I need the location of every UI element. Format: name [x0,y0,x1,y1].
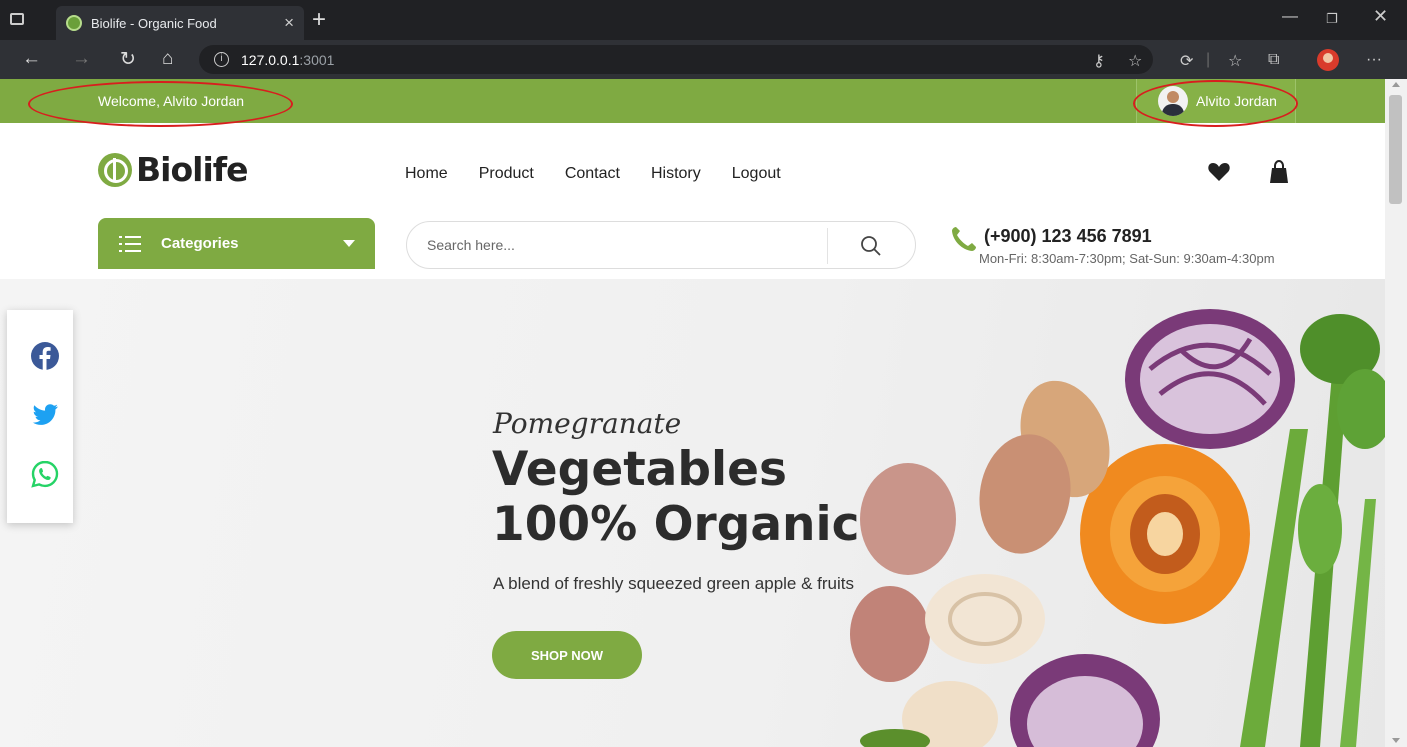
facebook-icon[interactable] [30,341,60,371]
shop-now-button[interactable]: SHOP NOW [492,631,642,679]
nav-product[interactable]: Product [479,165,534,183]
new-tab-icon[interactable]: + [312,6,326,34]
hero-title: Vegetables 100% Organic [492,442,860,552]
categories-label: Categories [161,235,239,252]
search-icon[interactable] [859,234,883,258]
restore-icon[interactable]: ❐ [1326,11,1338,27]
nav-home[interactable]: Home [405,165,448,183]
refresh-icon[interactable]: ↻ [120,48,136,71]
nav-contact[interactable]: Contact [565,165,620,183]
forward-icon[interactable]: → [72,48,91,70]
list-menu-icon [119,235,141,252]
hero-description: A blend of freshly squeezed green apple … [493,574,855,593]
key-icon[interactable]: ⚷ [1093,51,1105,71]
browser-tab-bar: Biolife - Organic Food × + — ❐ ✕ [0,0,1407,40]
url-port: :3001 [299,51,335,68]
vegetables-image [850,309,1385,747]
tab-actions-icon[interactable] [10,13,24,25]
hero-subtitle: Pomegranate [493,407,682,440]
collections-icon[interactable]: ⧉ [1268,51,1279,69]
site-favicon-icon [66,15,82,31]
minimize-icon[interactable]: — [1282,8,1298,26]
site-info-icon[interactable]: i [214,52,229,67]
nav-history[interactable]: History [651,165,701,183]
whatsapp-icon[interactable] [30,459,60,489]
annotation-circle-user [1133,80,1298,127]
hero-title-line2: 100% Organic [492,497,860,552]
opening-hours: Mon-Fri: 8:30am-7:30pm; Sat-Sun: 9:30am-… [979,251,1275,266]
wishlist-heart-icon[interactable] [1207,160,1231,184]
scroll-up-arrow-icon[interactable] [1392,82,1400,87]
leaf-logo-icon [98,152,132,187]
search-box [406,221,916,269]
tab-title: Biolife - Organic Food [91,15,217,31]
twitter-icon[interactable] [30,400,60,430]
extensions-icon[interactable]: ⟳ [1180,51,1193,71]
cart-bag-icon[interactable] [1269,160,1289,184]
hero-banner: Pomegranate Vegetables 100% Organic A bl… [0,279,1385,747]
browser-tab[interactable]: Biolife - Organic Food × [56,6,304,40]
annotation-circle-welcome [28,81,293,127]
phone-number: (+900) 123 456 7891 [984,226,1152,246]
scrollbar-thumb[interactable] [1389,95,1402,204]
hero-title-line1: Vegetables [492,442,787,497]
url-host: 127.0.0.1 [241,51,300,68]
site-logo[interactable]: Biolife [98,150,248,189]
search-divider [827,228,828,264]
categories-button[interactable]: Categories [98,218,375,269]
screen: Biolife - Organic Food × + — ❐ ✕ ← → ↻ ⌂… [0,0,1407,747]
caret-down-icon [343,240,355,247]
more-menu-icon[interactable]: ··· [1366,51,1382,69]
main-nav: Home Product Contact History Logout [405,165,812,183]
favorites-icon[interactable]: ☆ [1228,51,1242,71]
close-tab-icon[interactable]: × [284,13,294,33]
search-input[interactable] [427,237,807,253]
logo-text: Biolife [136,150,248,189]
nav-logout[interactable]: Logout [732,165,781,183]
add-favorite-icon[interactable]: ☆ [1128,51,1142,71]
phone-icon [952,227,976,251]
browser-profile-avatar[interactable] [1317,49,1339,71]
back-icon[interactable]: ← [22,48,41,70]
page-scrollbar[interactable] [1385,79,1407,747]
close-window-icon[interactable]: ✕ [1373,6,1388,27]
toolbar-divider: | [1206,51,1211,68]
scroll-down-arrow-icon[interactable] [1392,738,1400,743]
social-share-bar [7,310,73,523]
home-icon[interactable]: ⌂ [162,48,173,70]
address-bar[interactable]: i 127.0.0.1:3001 [199,45,1153,74]
